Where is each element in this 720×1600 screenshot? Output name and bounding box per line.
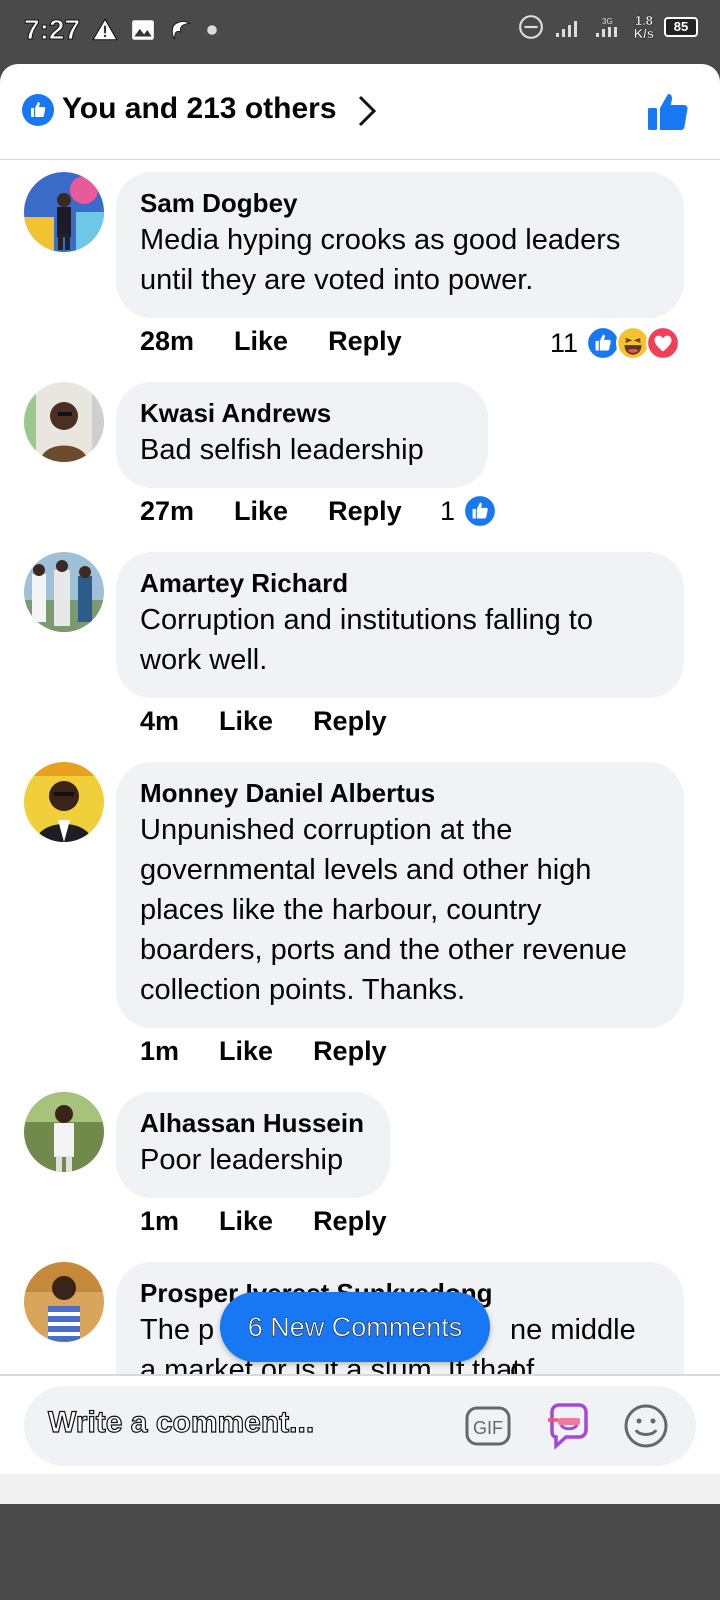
comment-time: 28m	[140, 326, 195, 356]
sticker-icon[interactable]	[544, 1400, 594, 1450]
comment-bubble[interactable]: Sam Dogbey Media hyping crooks as good l…	[116, 172, 684, 318]
reactions-summary-text: You and 213 others	[62, 92, 337, 125]
comment-text: Media hyping crooks as good leaders unti…	[140, 224, 621, 296]
signal-icon	[555, 21, 577, 37]
comment-bubble[interactable]: Amartey Richard Corruption and instituti…	[116, 552, 684, 698]
avatar[interactable]	[24, 552, 104, 632]
system-nav-bar	[0, 1474, 720, 1504]
avatar[interactable]	[24, 762, 104, 842]
comment-time: 1m	[140, 1036, 180, 1066]
avatar[interactable]	[24, 1092, 104, 1172]
comment-actions: 1m Like Reply	[140, 1206, 387, 1237]
battery-indicator: 85	[664, 17, 698, 37]
dot-icon	[207, 25, 217, 35]
comment-time: 4m	[140, 706, 180, 736]
comment-input[interactable]: Write a comment... GIF	[24, 1386, 696, 1466]
like-link[interactable]: Like	[234, 496, 288, 527]
comment-actions: 28m Like Reply	[140, 326, 402, 357]
reply-link[interactable]: Reply	[313, 1206, 387, 1237]
avatar[interactable]	[24, 382, 104, 462]
comment-text: Poor leadership	[140, 1144, 344, 1176]
do-not-disturb-icon	[518, 15, 543, 39]
comment-author[interactable]: Kwasi Andrews	[140, 396, 464, 430]
avatar[interactable]	[24, 1262, 104, 1342]
like-icon	[586, 326, 621, 360]
reply-link[interactable]: Reply	[313, 1036, 387, 1067]
svg-text:3G: 3G	[602, 17, 613, 26]
comment-composer: Write a comment... GIF	[0, 1374, 720, 1474]
status-bar: 7:27 3G 1.8 K/s 85	[0, 0, 720, 64]
comment-bubble[interactable]: Alhassan Hussein Poor leadership	[116, 1092, 390, 1198]
comments-sheet: You and 213 others Sam Dogbey Media hypi…	[0, 64, 720, 1504]
svg-text:GIF: GIF	[473, 1418, 503, 1438]
network-speed-unit: K/s	[633, 26, 655, 41]
warning-icon	[92, 18, 118, 41]
status-time: 7:27	[23, 14, 81, 46]
comment-time: 1m	[140, 1206, 180, 1236]
haha-icon	[616, 326, 651, 360]
comment-actions: 27m Like Reply	[140, 496, 402, 527]
image-icon	[132, 20, 154, 40]
new-comments-button[interactable]: 6 New Comments	[220, 1292, 490, 1362]
reply-link[interactable]: Reply	[328, 496, 402, 527]
comment-actions: 1m Like Reply	[140, 1036, 387, 1067]
app-notification-icon	[171, 21, 192, 40]
reactions-summary[interactable]: You and 213 others	[0, 64, 720, 160]
comment-author[interactable]: Amartey Richard	[140, 566, 660, 600]
signal-3g-icon: 3G	[595, 17, 617, 37]
comment-author[interactable]: Sam Dogbey	[140, 186, 660, 220]
comment-text: Bad selfish leadership	[140, 434, 424, 466]
like-link[interactable]: Like	[234, 326, 288, 357]
comment-reactions[interactable]: 1	[440, 494, 498, 528]
reply-link[interactable]: Reply	[313, 706, 387, 737]
comment-bubble[interactable]: Monney Daniel Albertus Unpunished corrup…	[116, 762, 684, 1028]
comment-time: 27m	[140, 496, 195, 526]
like-link[interactable]: Like	[219, 1036, 273, 1067]
like-button-icon[interactable]	[646, 90, 690, 134]
like-icon	[463, 494, 498, 528]
reaction-count: 1	[440, 495, 456, 526]
comment-text-fragment: The p	[140, 1314, 215, 1346]
comment-input-placeholder: Write a comment...	[47, 1405, 315, 1439]
reply-link[interactable]: Reply	[328, 326, 402, 357]
comment-bubble[interactable]: Kwasi Andrews Bad selfish leadership	[116, 382, 488, 488]
avatar[interactable]	[24, 172, 104, 252]
emoji-icon[interactable]	[622, 1402, 670, 1450]
like-reaction-icon	[22, 94, 54, 126]
love-icon	[646, 326, 681, 360]
network-speed: 1.8 K/s	[633, 14, 655, 41]
reaction-count: 11	[550, 327, 579, 358]
chevron-right-icon	[358, 95, 377, 127]
comment-actions: 4m Like Reply	[140, 706, 387, 737]
comment-text: Corruption and institutions falling to w…	[140, 604, 593, 676]
comment-text: Unpunished corruption at the governmenta…	[140, 814, 627, 1006]
like-link[interactable]: Like	[219, 706, 273, 737]
like-link[interactable]: Like	[219, 1206, 273, 1237]
comment-reactions[interactable]: 11	[550, 326, 681, 360]
gif-icon[interactable]: GIF	[464, 1402, 512, 1450]
comment-author[interactable]: Alhassan Hussein	[140, 1106, 366, 1140]
comment-author[interactable]: Monney Daniel Albertus	[140, 776, 660, 810]
